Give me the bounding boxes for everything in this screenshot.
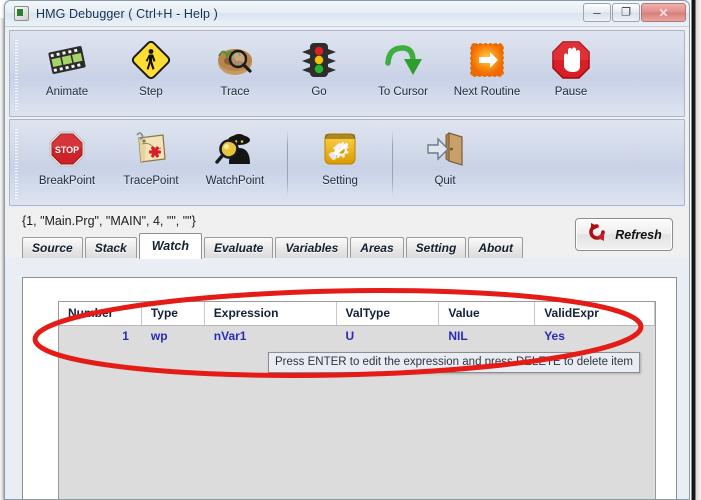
stop-sign-icon: STOP	[44, 126, 90, 172]
watch-grid-header: Number Type Expression ValType Value Val…	[59, 302, 655, 326]
toolbar-button-tracepoint[interactable]: TracePoint	[109, 126, 193, 187]
spy-magnifier-icon	[212, 126, 258, 172]
column-header-value[interactable]: Value	[439, 302, 536, 325]
column-header-type[interactable]: Type	[142, 302, 205, 325]
toolbar-grip-handle[interactable]	[13, 39, 21, 111]
toolbar-label: WatchPoint	[205, 175, 265, 187]
red-stop-hand-icon	[548, 37, 594, 83]
debugger-window: HMG Debugger ( Ctrl+H - Help ) – ❐ ✕ Ani…	[4, 0, 690, 500]
cell-value: NIL	[448, 329, 468, 343]
tab-evaluate[interactable]: Evaluate	[204, 237, 274, 258]
column-header-expression[interactable]: Expression	[205, 302, 337, 325]
toolbar-label: Quit	[434, 175, 456, 187]
toolbar-row-secondary: STOP BreakPoint TracePoint WatchPoint Se…	[9, 119, 685, 206]
cell-valtype: U	[345, 329, 355, 343]
window-controls: – ❐ ✕	[583, 3, 686, 22]
tab-areas[interactable]: Areas	[350, 237, 404, 258]
toolbar-button-pause[interactable]: Pause	[529, 37, 613, 98]
toolbar-label: To Cursor	[378, 86, 428, 98]
tab-strip: Source Stack Watch Evaluate Variables Ar…	[5, 218, 689, 259]
tab-stack[interactable]: Stack	[84, 237, 137, 258]
toolbar-button-trace[interactable]: Trace	[193, 37, 277, 98]
toolbar-button-go[interactable]: Go	[277, 37, 361, 98]
watch-grid[interactable]: Number Type Expression ValType Value Val…	[58, 301, 656, 499]
toolbar-grip-handle[interactable]	[13, 128, 21, 200]
column-header-valtype[interactable]: ValType	[337, 302, 440, 325]
minimize-icon: –	[593, 4, 601, 20]
refresh-button-label: Refresh	[615, 227, 662, 242]
desktop-right-edge	[690, 0, 701, 500]
close-button[interactable]: ✕	[641, 3, 686, 22]
pedestrian-crossing-sign-icon	[128, 37, 174, 83]
close-icon: ✕	[658, 5, 669, 20]
window-title: HMG Debugger ( Ctrl+H - Help )	[36, 6, 218, 21]
toolbar-label: Setting	[322, 175, 358, 187]
refresh-button[interactable]: Refresh	[575, 218, 673, 251]
toolbar-label: Animate	[45, 86, 89, 98]
tab-setting[interactable]: Setting	[405, 237, 467, 258]
toolbar-button-to-cursor[interactable]: To Cursor	[361, 37, 445, 98]
map-asterisk-icon	[128, 126, 174, 172]
app-window-icon	[14, 6, 29, 21]
toolbar-button-animate[interactable]: Animate	[25, 37, 109, 98]
watch-tab-page: Number Type Expression ValType Value Val…	[22, 277, 677, 499]
toolbar-area: Animate Step Trace Go To Cursor Next Rou…	[5, 27, 689, 206]
gear-hammer-icon	[317, 126, 363, 172]
column-header-validexpr[interactable]: ValidExpr	[535, 302, 655, 325]
tab-source[interactable]: Source	[22, 237, 83, 258]
toolbar-label: BreakPoint	[38, 175, 96, 187]
cell-number: 1	[122, 329, 129, 343]
tab-variables[interactable]: Variables	[275, 237, 349, 258]
tab-watch[interactable]: Watch	[138, 233, 202, 259]
column-header-number[interactable]: Number	[59, 302, 142, 325]
toolbar-label: Step	[139, 86, 163, 98]
table-row[interactable]: 1 wp nVar1 U NIL Yes	[59, 326, 655, 348]
toolbar-label: Next Routine	[453, 86, 521, 98]
exit-door-icon	[422, 126, 468, 172]
toolbar-button-setting[interactable]: Setting	[298, 126, 382, 187]
svg-text:STOP: STOP	[55, 145, 79, 155]
refresh-circular-arrow-icon	[586, 221, 608, 248]
toolbar-button-watchpoint[interactable]: WatchPoint	[193, 126, 277, 187]
cell-validexpr: Yes	[544, 329, 565, 343]
maximize-icon: ❐	[621, 6, 631, 18]
minimize-button[interactable]: –	[583, 3, 611, 22]
cell-expression: nVar1	[213, 329, 247, 343]
toolbar-button-step[interactable]: Step	[109, 37, 193, 98]
green-curved-arrow-icon	[380, 37, 426, 83]
toolbar-button-quit[interactable]: Quit	[403, 126, 487, 187]
toolbar-label: Go	[311, 86, 327, 98]
toolbar-label: Trace	[220, 86, 250, 98]
toolbar-label: Pause	[554, 86, 588, 98]
toolbar-separator	[392, 130, 393, 196]
film-strip-icon	[44, 37, 90, 83]
toolbar-button-next-routine[interactable]: Next Routine	[445, 37, 529, 98]
toolbar-label: TracePoint	[123, 175, 179, 187]
toolbar-row-primary: Animate Step Trace Go To Cursor Next Rou…	[9, 30, 685, 117]
orange-arrow-square-icon	[464, 37, 510, 83]
traffic-light-icon	[296, 37, 342, 83]
cell-type: wp	[150, 329, 168, 343]
footprints-magnifier-icon	[212, 37, 258, 83]
screen-root: HMG Debugger ( Ctrl+H - Help ) – ❐ ✕ Ani…	[0, 0, 701, 500]
toolbar-button-breakpoint[interactable]: STOP BreakPoint	[25, 126, 109, 187]
maximize-button[interactable]: ❐	[612, 3, 640, 22]
tab-about[interactable]: About	[468, 237, 523, 258]
toolbar-separator	[287, 130, 288, 196]
tooltip-hint: Press ENTER to edit the expression and p…	[268, 352, 640, 373]
title-bar: HMG Debugger ( Ctrl+H - Help ) – ❐ ✕	[5, 1, 689, 27]
